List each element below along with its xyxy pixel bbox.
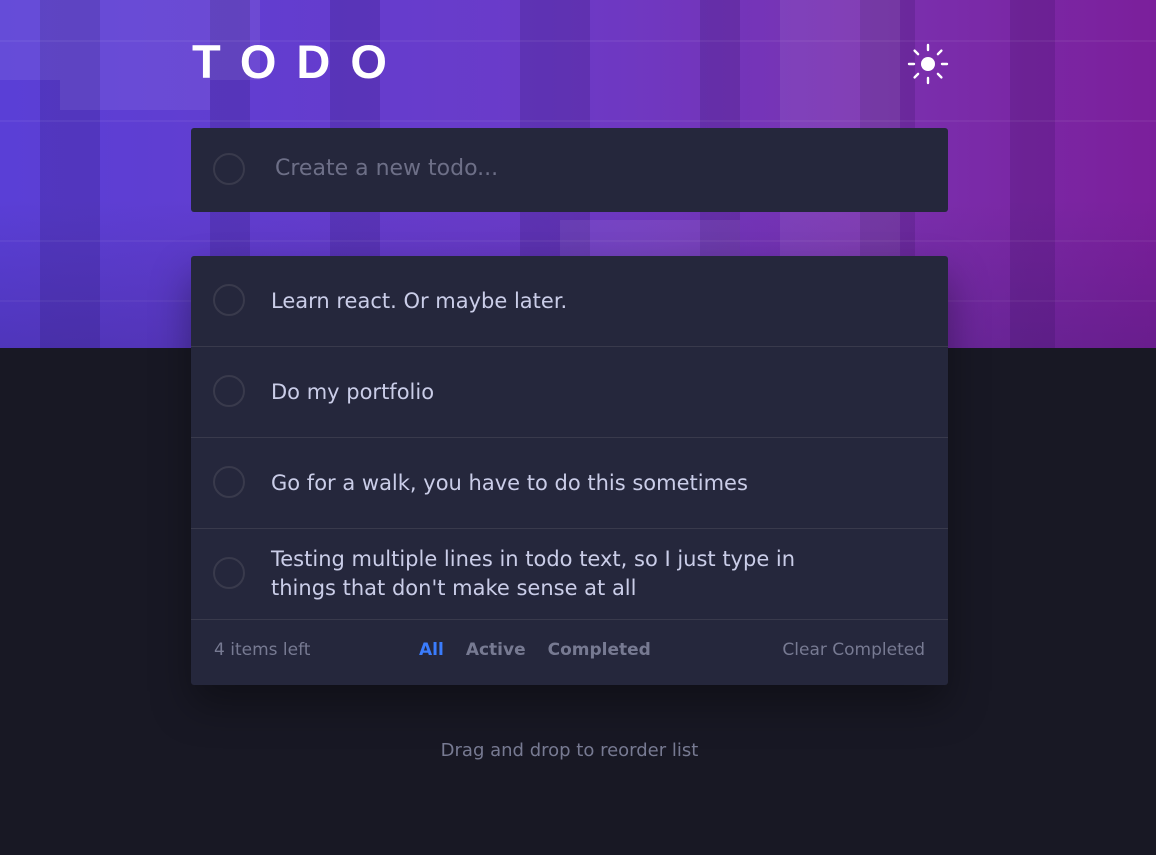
todo-text[interactable]: Go for a walk, you have to do this somet…	[271, 438, 858, 528]
todo-text[interactable]: Testing multiple lines in todo text, so …	[271, 529, 858, 619]
new-todo-bar	[191, 128, 948, 212]
todo-app: TODO Learn react. Or maybe later.	[0, 0, 1156, 855]
todo-footer: 4 items left All Active Completed Clear …	[191, 620, 948, 685]
drag-drop-hint: Drag and drop to reorder list	[440, 740, 699, 761]
todo-check-circle[interactable]	[213, 557, 245, 589]
todo-check-circle[interactable]	[213, 375, 245, 407]
todo-check-circle[interactable]	[213, 466, 245, 498]
filter-completed[interactable]: Completed	[548, 640, 651, 660]
todo-list: Learn react. Or maybe later. Do my portf…	[191, 256, 948, 685]
theme-toggle-button[interactable]	[906, 42, 950, 86]
filter-all[interactable]: All	[419, 640, 444, 660]
filter-group: All Active Completed	[419, 640, 651, 660]
todo-text[interactable]: Learn react. Or maybe later.	[271, 256, 858, 346]
clear-completed-button[interactable]: Clear Completed	[782, 640, 925, 660]
todo-item[interactable]: Learn react. Or maybe later.	[191, 256, 948, 347]
todo-item[interactable]: Do my portfolio	[191, 347, 948, 438]
app-title: TODO	[192, 35, 407, 88]
items-left-count: 4 items left	[214, 640, 311, 660]
new-todo-check-circle[interactable]	[213, 153, 245, 185]
todo-item[interactable]: Testing multiple lines in todo text, so …	[191, 529, 948, 620]
new-todo-input[interactable]	[275, 148, 915, 188]
todo-item[interactable]: Go for a walk, you have to do this somet…	[191, 438, 948, 529]
todo-text[interactable]: Do my portfolio	[271, 347, 858, 437]
sun-icon	[907, 43, 949, 85]
todo-check-circle[interactable]	[213, 284, 245, 316]
filter-active[interactable]: Active	[466, 640, 526, 660]
